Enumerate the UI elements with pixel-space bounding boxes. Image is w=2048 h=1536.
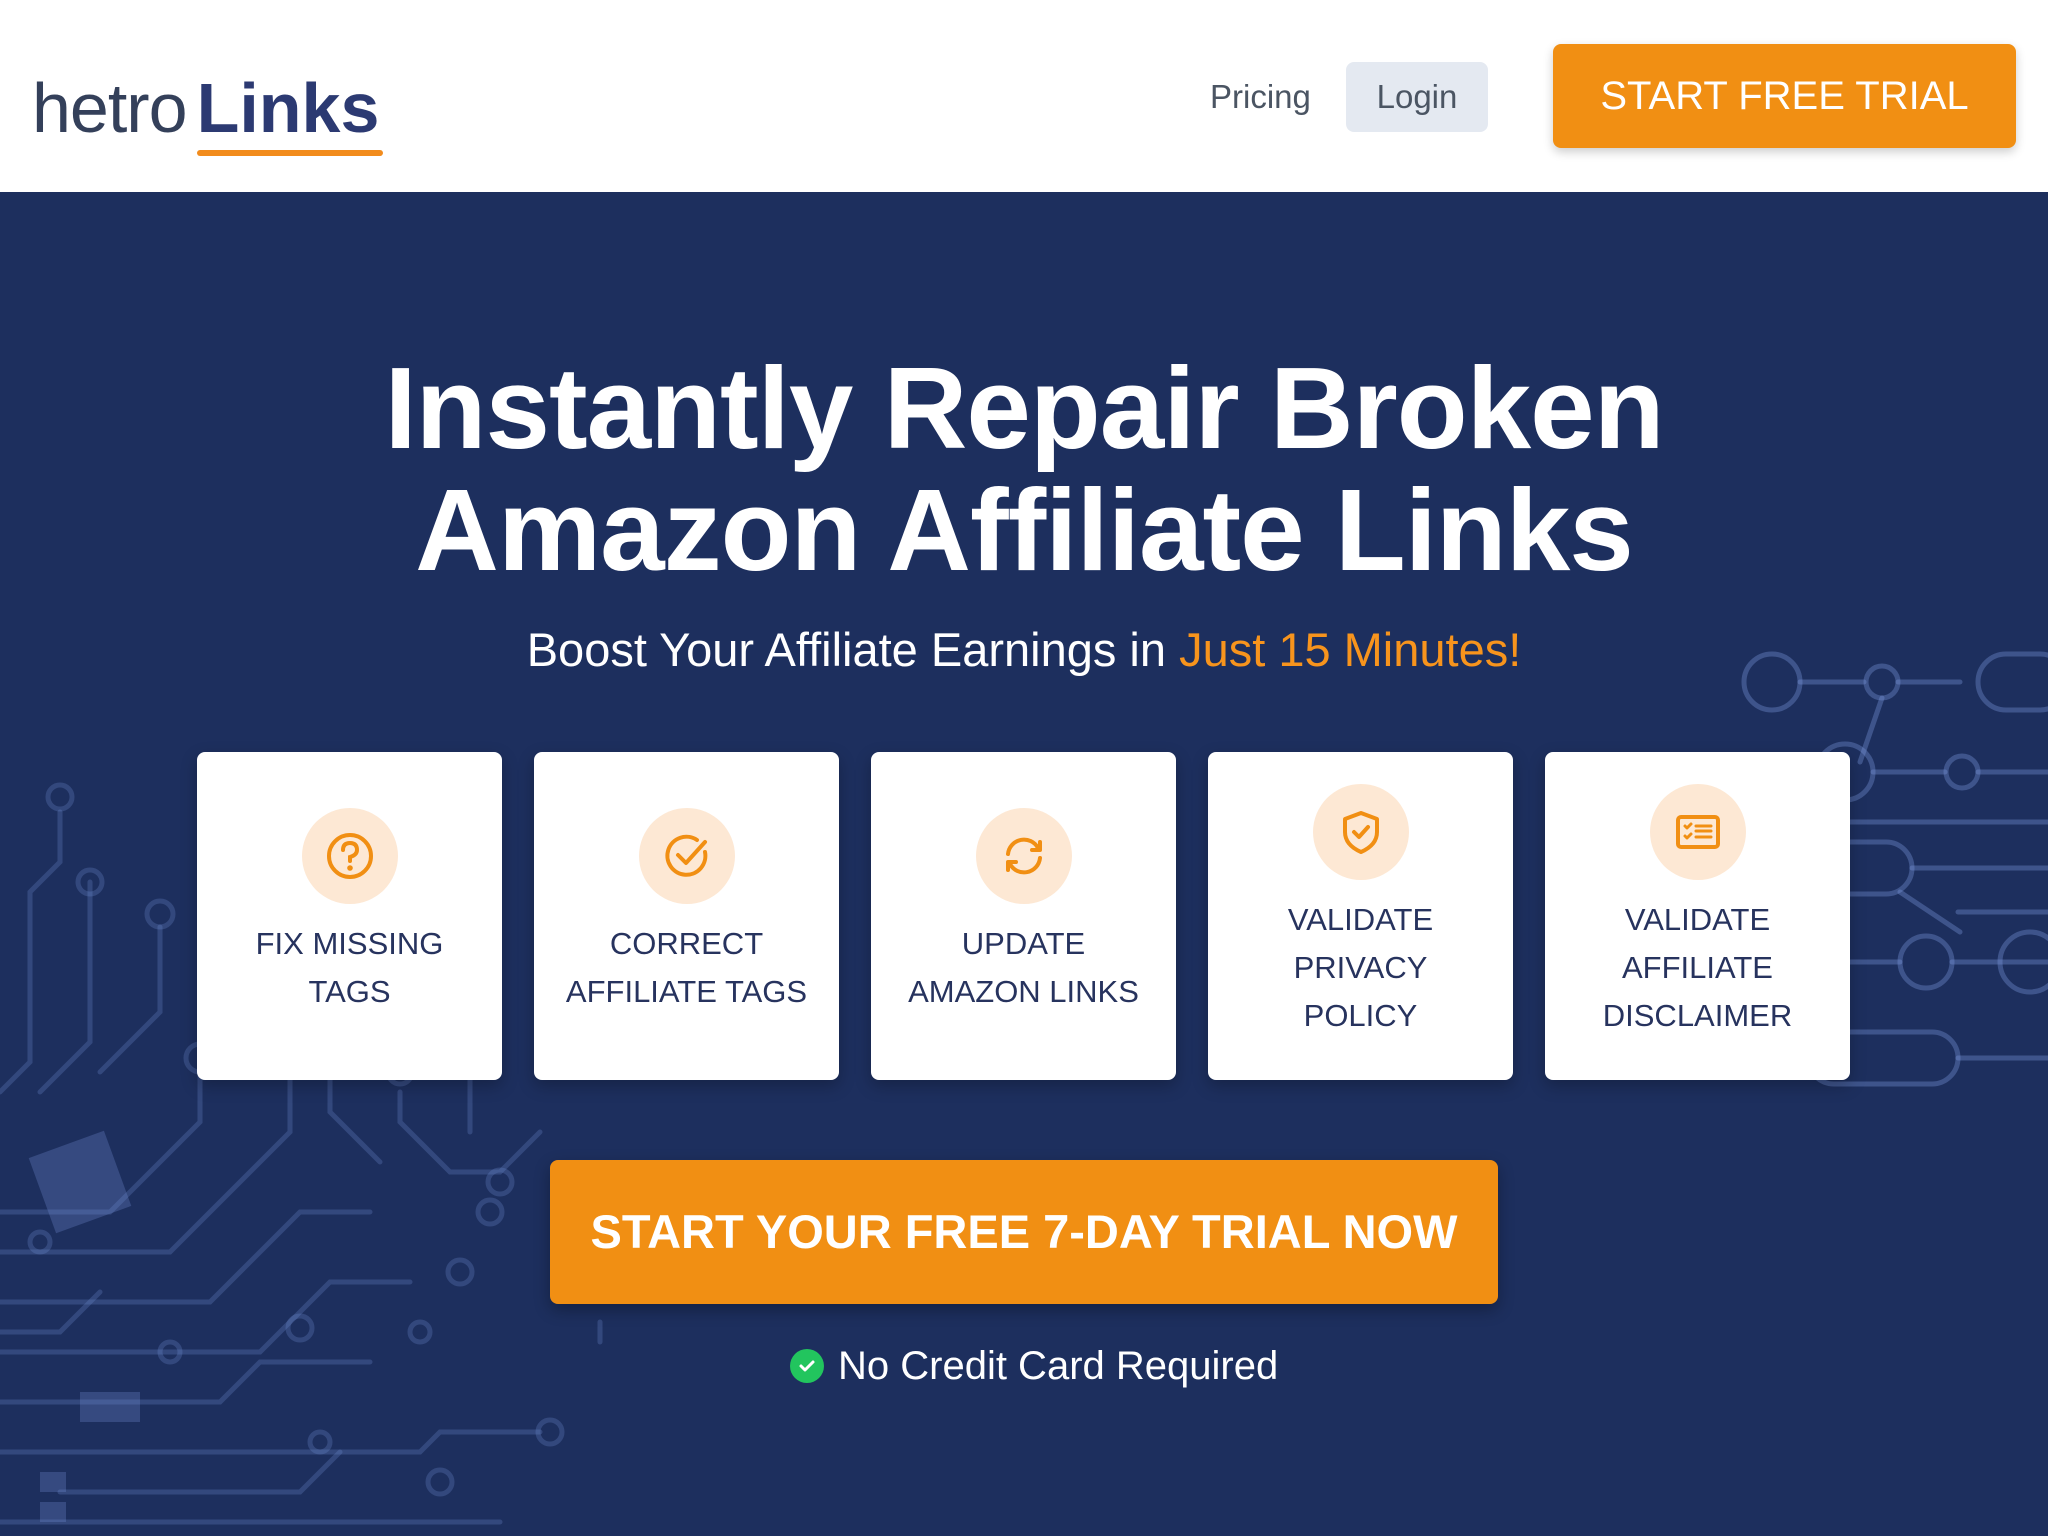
feature-label-line: CORRECT	[609, 926, 764, 961]
feature-label-line: FIX MISSING	[255, 926, 444, 961]
shield-check-icon	[1313, 784, 1409, 880]
feature-label-line: AFFILIATE TAGS	[565, 974, 808, 1009]
headline-line-1: Instantly Repair Broken	[384, 343, 1664, 473]
no-credit-card-note: No Credit Card Required	[790, 1340, 1278, 1392]
feature-card: VALIDATE PRIVACY POLICY	[1208, 752, 1513, 1080]
feature-label-line: TAGS	[308, 974, 391, 1009]
feature-label: UPDATE AMAZON LINKS	[881, 920, 1166, 1016]
feature-label: VALIDATE AFFILIATE DISCLAIMER	[1555, 896, 1840, 1040]
headline-line-2: Amazon Affiliate Links	[415, 465, 1634, 595]
subtitle-accent-text: Just 15 Minutes!	[1179, 623, 1522, 676]
question-circle-icon	[302, 808, 398, 904]
feature-label-line: AFFILIATE	[1621, 950, 1773, 985]
feature-label-line: PRIVACY	[1293, 950, 1428, 985]
feature-label-line: UPDATE	[961, 926, 1086, 961]
start-free-trial-button[interactable]: START FREE TRIAL	[1553, 44, 2016, 148]
logo[interactable]: hetro Links	[32, 58, 384, 156]
feature-cards: FIX MISSING TAGS CORRECT AFFILIATE TAGS …	[197, 752, 1851, 1080]
feature-label: CORRECT AFFILIATE TAGS	[544, 920, 829, 1016]
checklist-icon	[1650, 784, 1746, 880]
feature-card: UPDATE AMAZON LINKS	[871, 752, 1176, 1080]
refresh-icon	[976, 808, 1072, 904]
feature-label-line: DISCLAIMER	[1602, 998, 1793, 1033]
feature-label: VALIDATE PRIVACY POLICY	[1218, 896, 1503, 1040]
nav-pricing-link[interactable]: Pricing	[1210, 62, 1311, 132]
no-credit-card-text: No Credit Card Required	[838, 1344, 1279, 1388]
start-trial-cta-button[interactable]: START YOUR FREE 7-DAY TRIAL NOW	[550, 1160, 1498, 1304]
check-circle-icon	[639, 808, 735, 904]
check-icon	[790, 1349, 824, 1383]
feature-label-line: VALIDATE	[1624, 902, 1771, 937]
hero-subtitle: Boost Your Affiliate Earnings in Just 15…	[224, 622, 1824, 678]
logo-text-hetro: hetro	[32, 69, 188, 147]
site-header: hetro Links Pricing Login START FREE TRI…	[0, 0, 2048, 192]
feature-label: FIX MISSING TAGS	[207, 920, 492, 1016]
feature-label-line: POLICY	[1303, 998, 1418, 1033]
feature-card: VALIDATE AFFILIATE DISCLAIMER	[1545, 752, 1850, 1080]
hero-headline: Instantly Repair Broken Amazon Affiliate…	[224, 347, 1824, 591]
feature-label-line: AMAZON LINKS	[908, 974, 1139, 1009]
feature-label-line: VALIDATE	[1287, 902, 1434, 937]
feature-card: FIX MISSING TAGS	[197, 752, 502, 1080]
subtitle-text: Boost Your Affiliate Earnings in	[526, 623, 1180, 676]
logo-text-links: Links	[196, 69, 384, 156]
login-button[interactable]: Login	[1346, 62, 1488, 132]
feature-card: CORRECT AFFILIATE TAGS	[534, 752, 839, 1080]
hero-section: Instantly Repair Broken Amazon Affiliate…	[0, 192, 2048, 1536]
